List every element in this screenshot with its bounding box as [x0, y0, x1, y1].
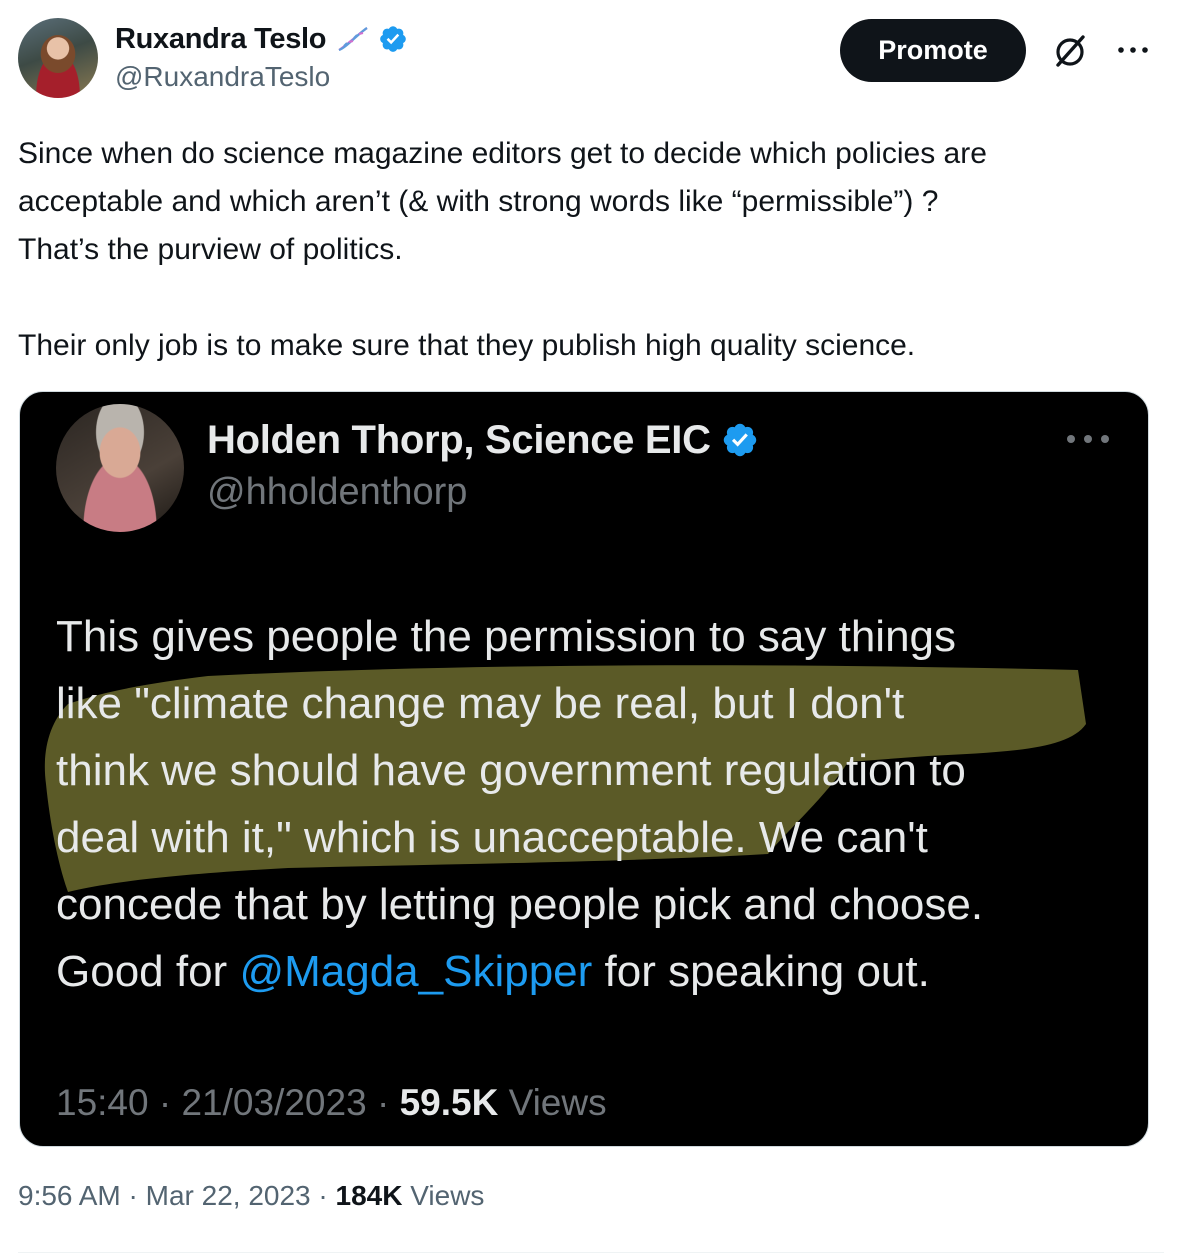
- grok-icon[interactable]: [1050, 31, 1090, 71]
- embedded-text-suffix: for speaking out.: [592, 947, 930, 996]
- tweet-date[interactable]: Mar 22, 2023: [146, 1180, 311, 1211]
- tweet-text: Since when do science magazine editors g…: [18, 130, 1168, 370]
- embedded-text-line: deal with it," which is unacceptable. We…: [56, 813, 928, 862]
- author-avatar[interactable]: [18, 18, 98, 98]
- tweet-line: Since when do science magazine editors g…: [18, 137, 987, 170]
- tweet-line: acceptable and which aren’t (& with stro…: [18, 185, 939, 218]
- embedded-display-name: Holden Thorp, Science EIC: [207, 417, 711, 462]
- embedded-time: 15:40: [56, 1082, 149, 1123]
- embedded-meta: 15:40 · 21/03/2023 · 59.5K Views: [56, 1082, 607, 1123]
- views-count[interactable]: 184K: [336, 1180, 403, 1211]
- embedded-views-label: Views: [508, 1082, 607, 1123]
- embedded-text-line: This gives people the permission to say …: [56, 612, 957, 661]
- author-name-row: Ruxandra Teslo: [115, 20, 408, 58]
- author-handle[interactable]: @RuxandraTeslo: [115, 61, 330, 93]
- tweet-meta: 9:56 AM · Mar 22, 2023 · 184K Views: [18, 1180, 485, 1211]
- promote-button[interactable]: Promote: [840, 19, 1026, 82]
- dna-icon: [338, 27, 368, 52]
- verified-badge-icon[interactable]: [378, 24, 408, 54]
- embedded-views-count: 59.5K: [399, 1082, 499, 1123]
- embedded-verified-badge-icon: [723, 423, 756, 457]
- divider: [18, 1252, 1164, 1253]
- embedded-name-row: Holden Thorp, Science EIC: [207, 414, 759, 466]
- embedded-text-prefix: Good for: [56, 947, 240, 996]
- embedded-text-line-last: Good for @Magda_Skipper for speaking out…: [56, 938, 1136, 1005]
- embedded-text-line: like "climate change may be real, but I …: [56, 679, 905, 728]
- embedded-date: 21/03/2023: [181, 1082, 367, 1123]
- views-label[interactable]: Views: [410, 1180, 484, 1211]
- author-display-name[interactable]: Ruxandra Teslo: [115, 23, 327, 56]
- embedded-handle: @hholdenthorp: [207, 471, 468, 513]
- embedded-text-line: concede that by letting people pick and …: [56, 880, 984, 929]
- embedded-author-avatar: [56, 404, 184, 532]
- embedded-tweet-image[interactable]: Holden Thorp, Science EIC @hholdenthorp …: [19, 391, 1149, 1147]
- embedded-more-icon: [1067, 435, 1109, 443]
- tweet-line: Their only job is to make sure that they…: [18, 329, 916, 362]
- embedded-tweet-text: This gives people the permission to say …: [56, 603, 1136, 1005]
- tweet-line: That’s the purview of politics.: [18, 233, 403, 266]
- tweet-time[interactable]: 9:56 AM: [18, 1180, 121, 1211]
- more-options-icon[interactable]: [1115, 38, 1151, 62]
- embedded-text-line: think we should have government regulati…: [56, 746, 966, 795]
- mention-link: @Magda_Skipper: [239, 947, 593, 996]
